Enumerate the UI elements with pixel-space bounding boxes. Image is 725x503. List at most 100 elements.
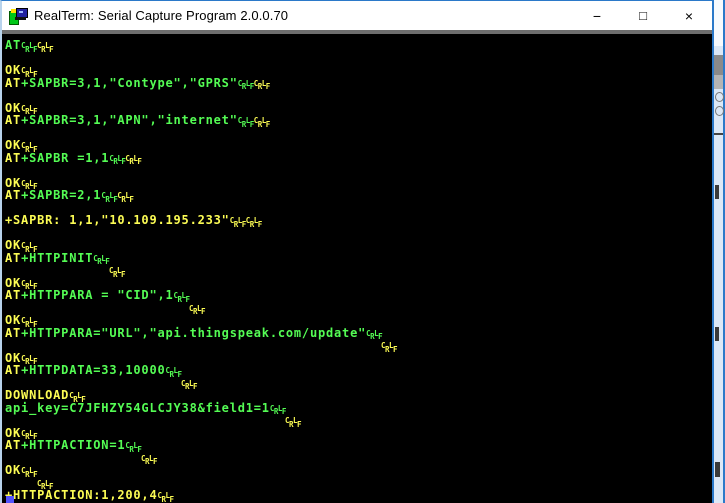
terminal-line: CRLF	[5, 302, 712, 317]
terminal-text: AT	[5, 38, 22, 52]
terminal-text: +SAPBR=3,1,"Contype","GPRS"	[21, 75, 238, 90]
terminal-line: OKCRLF	[5, 463, 712, 479]
terminal-text: +HTTPPARA = "CID",1	[21, 288, 174, 302]
close-button[interactable]: ×	[666, 1, 712, 30]
terminal-text: AT	[5, 75, 22, 90]
terminal-line: CRLF	[5, 264, 712, 279]
terminal-text: AT	[5, 288, 22, 302]
crlf-marker: CRLF	[165, 366, 183, 379]
terminal-text: AT	[5, 363, 22, 377]
background-window-fragment	[715, 106, 724, 116]
crlf-marker: CRLF	[21, 141, 38, 154]
terminal-line: OKCRLF	[5, 139, 712, 154]
terminal-line: AT+HTTPPARA="URL","api.thingspeak.com/up…	[5, 325, 712, 342]
crlf-marker: CRLF	[125, 441, 142, 454]
terminal-line: AT+HTTPPARA = "CID",1CRLF	[5, 288, 712, 304]
terminal-line: AT+SAPBR=2,1CRLFCRLF	[5, 188, 712, 204]
crlf-marker: CRLF	[37, 478, 54, 492]
realterm-window: RealTerm: Serial Capture Program 2.0.0.7…	[0, 0, 725, 503]
terminal-line: AT+HTTPDATA=33,10000CRLF	[5, 363, 712, 379]
terminal-line: AT+HTTPINITCRLF	[5, 250, 712, 267]
terminal-line: OKCRLF	[5, 176, 712, 192]
terminal-line: AT+SAPBR =1,1CRLFCRLF	[5, 150, 712, 167]
crlf-marker: CRLF	[109, 266, 126, 279]
titlebar[interactable]: RealTerm: Serial Capture Program 2.0.0.7…	[2, 1, 712, 30]
terminal-text: +SAPBR: 1,1,"10.109.195.233"	[5, 213, 230, 227]
terminal-line: +SAPBR: 1,1,"10.109.195.233"CRLFCRLF	[5, 213, 712, 229]
crlf-marker: CRLF	[21, 41, 38, 54]
terminal-line: api_key=C7JFHZY54GLCJY38&field1=1CRLF	[5, 400, 712, 417]
minimize-button[interactable]: −	[574, 1, 620, 30]
terminal-line: AT+SAPBR=3,1,"APN","internet"CRLFCRLF	[5, 113, 712, 129]
crlf-marker: CRLF	[181, 378, 198, 392]
crlf-marker: CRLF	[141, 453, 158, 467]
terminal-line: CRLF	[5, 452, 712, 467]
terminal-text: +HTTPINIT	[21, 250, 94, 265]
terminal-text: AT	[5, 250, 22, 265]
minimize-icon: −	[592, 7, 602, 24]
maximize-button[interactable]: □	[620, 1, 666, 30]
crlf-marker: CRLF	[173, 291, 191, 304]
crlf-marker: CRLF	[125, 153, 142, 167]
background-window-fragment	[714, 0, 723, 46]
crlf-marker: CRLF	[157, 491, 174, 503]
crlf-marker: CRLF	[381, 341, 398, 354]
terminal-line: AT+HTTPACTION=1CRLF	[5, 438, 712, 454]
terminal-line: ATCRLFCRLF	[5, 38, 712, 54]
terminal-text: AT	[5, 150, 22, 165]
background-window-fragment	[714, 75, 723, 89]
crlf-marker: CRLF	[237, 78, 255, 92]
crlf-marker: CRLF	[366, 328, 383, 342]
crlf-marker: CRLF	[93, 253, 110, 267]
background-window-fragment	[714, 55, 723, 75]
crlf-marker: CRLF	[21, 278, 38, 292]
terminal-cursor	[6, 496, 14, 503]
serial-capture-window: RealTerm: Serial Capture Program 2.0.0.7…	[0, 0, 714, 503]
crlf-marker: CRLF	[21, 178, 38, 192]
terminal-text: AT	[5, 325, 22, 340]
terminal-text: AT	[5, 438, 22, 452]
crlf-marker: CRLF	[21, 66, 38, 79]
crlf-marker: CRLF	[245, 216, 263, 229]
crlf-marker: CRLF	[285, 416, 302, 429]
terminal-line: CRLF	[5, 377, 712, 392]
crlf-marker: CRLF	[21, 428, 38, 442]
crlf-marker: CRLF	[21, 316, 38, 329]
background-window-fragment	[715, 185, 719, 199]
terminal-line: +HTTPACTION:1,200,4CRLF	[5, 489, 712, 503]
crlf-marker: CRLF	[189, 303, 206, 317]
background-window-fragment	[714, 133, 723, 135]
terminal-text: api_key=C7JFHZY54GLCJY38&field1=1	[5, 400, 270, 415]
crlf-marker: CRLF	[229, 216, 247, 229]
terminal-text: AT	[5, 113, 22, 127]
terminal-text: AT	[5, 188, 22, 202]
maximize-icon: □	[639, 8, 647, 23]
crlf-marker: CRLF	[21, 103, 38, 117]
terminal-text: +HTTPPARA="URL","api.thingspeak.com/upda…	[21, 325, 367, 340]
close-icon: ×	[684, 7, 694, 24]
background-window-fragment	[715, 327, 719, 341]
crlf-marker: CRLF	[117, 191, 134, 204]
background-window-fragment	[715, 92, 724, 102]
terminal-text: OK	[5, 463, 22, 477]
background-window-sliver[interactable]	[714, 0, 725, 503]
crlf-marker: CRLF	[253, 78, 271, 92]
crlf-marker: CRLF	[237, 116, 255, 129]
terminal-output[interactable]: ATCRLFCRLF OKCRLF AT+SAPBR=3,1,"Contype","…	[2, 34, 712, 503]
crlf-marker: CRLF	[37, 41, 54, 54]
background-window-fragment	[715, 462, 720, 477]
crlf-marker: CRLF	[269, 403, 287, 417]
realterm-app-icon	[9, 7, 28, 25]
crlf-marker: CRLF	[21, 466, 38, 479]
terminal-text: +SAPBR=3,1,"APN","internet"	[21, 113, 238, 127]
crlf-marker: CRLF	[69, 391, 86, 404]
crlf-marker: CRLF	[253, 116, 271, 129]
crlf-marker: CRLF	[21, 241, 38, 254]
crlf-marker: CRLF	[21, 353, 38, 367]
crlf-marker: CRLF	[109, 153, 126, 167]
terminal-line: AT+SAPBR=3,1,"Contype","GPRS"CRLFCRLF	[5, 75, 712, 92]
crlf-marker: CRLF	[101, 191, 118, 204]
